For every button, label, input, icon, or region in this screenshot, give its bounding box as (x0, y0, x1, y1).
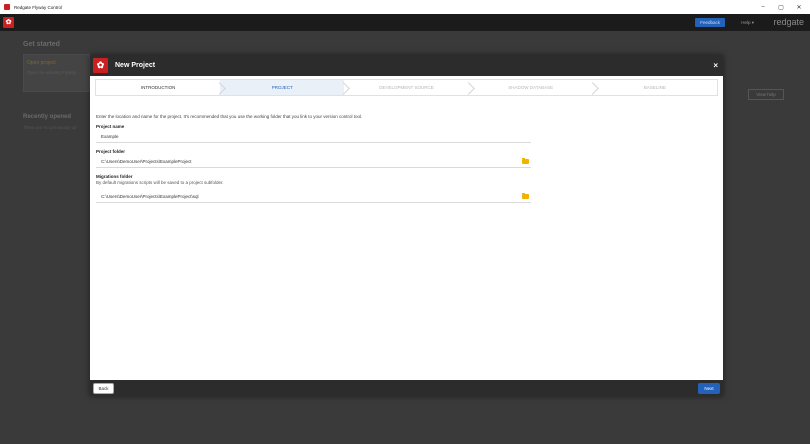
dialog-header: ✿ New Project × (90, 55, 723, 76)
next-button[interactable]: Next (698, 383, 720, 394)
app-header: ✿ Feedback Help ▾ redgate (0, 14, 810, 31)
project-form: Enter the location and name for the proj… (96, 114, 531, 203)
open-project-title: Open project (27, 60, 56, 66)
get-started-heading: Get started (23, 41, 60, 48)
project-folder-input[interactable]: C:\Users\DemoUser\Projects\ExampleProjec… (96, 156, 531, 168)
app-logo-icon (4, 4, 10, 10)
migrations-folder-input[interactable]: C:\Users\DemoUser\Projects\ExampleProjec… (96, 191, 531, 203)
open-project-desc: Open an existing Flyway (27, 70, 77, 75)
window-titlebar: Redgate Flyway Control – ▢ ✕ (0, 0, 810, 14)
dialog-footer: Back Next (90, 380, 723, 396)
flyway-logo-icon: ✿ (93, 58, 108, 73)
minimize-button[interactable]: – (754, 4, 772, 10)
project-folder-label: Project folder (96, 149, 126, 154)
step-development-source: DEVELOPMENT SOURCE (344, 80, 468, 95)
window-controls: – ▢ ✕ (754, 0, 808, 14)
window-title: Redgate Flyway Control (14, 4, 63, 10)
folder-browse-icon[interactable] (522, 158, 529, 164)
project-name-input[interactable]: Example (96, 131, 531, 143)
maximize-button[interactable]: ▢ (772, 4, 790, 11)
recently-opened-desc: There are no previously op (23, 125, 77, 130)
step-shadow-database: SHADOW DATABASE (469, 80, 593, 95)
help-menu[interactable]: Help ▾ (741, 18, 754, 27)
migrations-folder-hint: By default migrations scripts will be sa… (96, 180, 224, 185)
feedback-button[interactable]: Feedback (695, 18, 725, 27)
step-baseline: BASELINE (643, 85, 666, 90)
wizard-steps: INTRODUCTION PROJECT DEVELOPMENT SOURCE … (95, 79, 718, 96)
migrations-folder-value: C:\Users\DemoUser\Projects\ExampleProjec… (101, 194, 199, 199)
open-project-card[interactable]: Open project Open an existing Flyway (23, 54, 90, 92)
close-dialog-button[interactable]: × (713, 55, 718, 76)
redgate-brand: redgate (773, 17, 804, 27)
back-button[interactable]: Back (93, 383, 114, 394)
migrations-folder-label: Migrations folder (96, 174, 133, 179)
view-help-button[interactable]: View help (748, 89, 784, 100)
recently-opened-heading: Recently opened (23, 114, 72, 120)
step-project[interactable]: PROJECT (220, 80, 345, 95)
project-name-value: Example (101, 134, 119, 139)
project-name-label: Project name (96, 124, 125, 129)
project-folder-value: C:\Users\DemoUser\Projects\ExampleProjec… (101, 159, 192, 164)
new-project-dialog: ✿ New Project × INTRODUCTION PROJECT DEV… (90, 55, 723, 396)
folder-browse-icon[interactable] (522, 193, 529, 199)
dialog-title: New Project (115, 62, 156, 69)
step-introduction[interactable]: INTRODUCTION (96, 80, 220, 95)
flyway-logo-icon[interactable]: ✿ (3, 17, 14, 28)
close-window-button[interactable]: ✕ (790, 4, 808, 11)
project-intro-text: Enter the location and name for the proj… (96, 114, 363, 119)
